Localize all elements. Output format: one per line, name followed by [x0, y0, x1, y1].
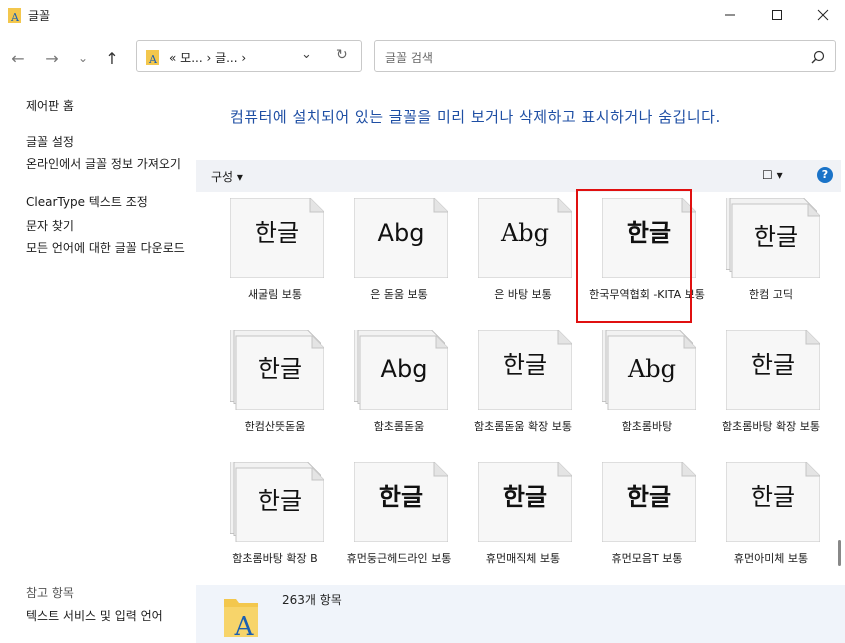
get-font-info-online-link[interactable]: 온라인에서 글꼴 정보 가져오기 — [26, 156, 186, 172]
font-sample-text: Abg — [377, 219, 425, 247]
font-item[interactable]: 한글한컴산뜻돋움 — [212, 324, 324, 448]
font-name-label: 은 돋움 보통 — [370, 288, 428, 301]
address-field[interactable]: A « 모... › 글... › ⌄ ↻ — [136, 40, 362, 72]
font-sample-text: 한글 — [254, 219, 300, 247]
svg-text:A: A — [10, 11, 20, 23]
font-item[interactable]: Abg 함초롬돋움 — [336, 324, 448, 448]
font-name-label: 함초롬돋움 — [373, 420, 425, 433]
font-item[interactable]: 한글휴먼모음T 보통 — [584, 456, 696, 580]
font-name-label: 함초롬돋움 확장 보통 — [473, 420, 573, 433]
font-sample-text: 한글 — [626, 483, 672, 511]
title-bar: A 글꼴 — [0, 0, 845, 30]
font-sample-text: 한글 — [257, 487, 303, 515]
font-item[interactable]: Abg 함초롬바탕 — [584, 324, 696, 448]
page-description: 컴퓨터에 설치되어 있는 글꼴을 미리 보거나 삭제하고 표시하거나 숨깁니다. — [230, 108, 721, 126]
refresh-icon[interactable]: ↻ — [336, 47, 348, 63]
forward-button[interactable]: → — [42, 48, 62, 68]
minimize-icon — [725, 14, 735, 16]
organize-menu-button[interactable]: 구성 ▾ — [211, 168, 243, 185]
font-grid: 한글 새굴림 보통 Abg 은 돋움 보통 Abg 은 바탕 보통 한글 한국무역협회 -KI… — [196, 192, 836, 582]
back-button[interactable]: ← — [8, 48, 28, 68]
up-button[interactable]: ↑ — [102, 48, 122, 68]
font-item[interactable]: 한글한컴 고딕 — [708, 192, 820, 316]
recent-locations-button[interactable]: ⌄ — [73, 48, 93, 68]
navigation-bar: ← → ⌄ ↑ A « 모... › 글... › ⌄ ↻ 글꼴 검색 — [0, 36, 845, 80]
up-arrow-icon: ↑ — [105, 48, 119, 68]
selected-item-highlight — [576, 189, 692, 323]
font-name-label: 휴먼둥근헤드라인 보통 — [346, 552, 452, 565]
see-also-title: 참고 항목 — [26, 586, 74, 600]
font-item[interactable]: 한글함초롬바탕 확장 보통 — [708, 324, 820, 448]
font-name-label: 한컴산뜻돋움 — [244, 420, 306, 433]
change-view-button[interactable]: ☐ ▾ — [762, 168, 783, 182]
command-bar: 구성 ▾ ☐ ▾ ? — [196, 160, 841, 192]
font-name-label: 한컴 고딕 — [749, 288, 793, 301]
forward-arrow-icon: → — [45, 48, 59, 68]
font-name-label: 휴먼모음T 보통 — [611, 552, 683, 565]
text-services-link[interactable]: 텍스트 서비스 및 입력 언어 — [26, 608, 194, 624]
font-sample-text: Abg — [500, 219, 550, 247]
download-fonts-link[interactable]: 모든 언어에 대한 글꼴 다운로드 — [26, 240, 191, 256]
font-item[interactable]: 한글휴먼아미체 보통 — [708, 456, 820, 580]
back-arrow-icon: ← — [11, 48, 25, 68]
font-sample-text: 한글 — [502, 351, 548, 379]
font-sample-text: 한글 — [750, 351, 796, 379]
close-icon — [817, 9, 829, 21]
cleartype-link[interactable]: ClearType 텍스트 조정 — [26, 194, 194, 210]
font-item[interactable]: Abg 은 바탕 보통 — [460, 192, 572, 316]
font-settings-link[interactable]: 글꼴 설정 — [26, 134, 194, 150]
control-panel-home-link[interactable]: 제어판 홈 — [26, 98, 194, 114]
font-name-label: 휴먼매직체 보통 — [485, 552, 561, 565]
font-sample-text: 한글 — [502, 483, 548, 511]
search-icon[interactable] — [811, 50, 825, 64]
close-button[interactable] — [800, 0, 845, 30]
breadcrumb[interactable]: « 모... › 글... › — [169, 49, 246, 66]
font-name-label: 함초롬바탕 확장 보통 — [721, 420, 821, 433]
address-dropdown-icon[interactable]: ⌄ — [301, 47, 312, 62]
chevron-down-icon: ⌄ — [77, 51, 89, 65]
font-sample-text: 한글 — [378, 483, 424, 511]
window-title: 글꼴 — [28, 9, 51, 23]
font-item[interactable]: 한글함초롬바탕 확장 B — [212, 456, 324, 580]
font-sample-text: 한글 — [750, 483, 796, 511]
font-name-label: 새굴림 보통 — [247, 288, 303, 301]
svg-text:A: A — [148, 53, 158, 65]
font-item[interactable]: 한글새굴림 보통 — [212, 192, 324, 316]
maximize-icon — [772, 10, 782, 20]
details-pane: A 263개 항목 — [196, 585, 845, 643]
fonts-folder-icon: A — [8, 8, 21, 23]
font-sample-text: Abg — [380, 355, 428, 383]
font-sample-text: 한글 — [257, 355, 303, 383]
search-input[interactable]: 글꼴 검색 — [374, 40, 836, 72]
item-count: 263개 항목 — [282, 593, 342, 607]
find-character-link[interactable]: 문자 찾기 — [26, 218, 194, 234]
vertical-scrollbar[interactable] — [835, 190, 843, 585]
svg-text:A: A — [234, 612, 255, 639]
font-item[interactable]: 한글함초롬돋움 확장 보통 — [460, 324, 572, 448]
task-pane: 제어판 홈 글꼴 설정 온라인에서 글꼴 정보 가져오기 ClearType 텍… — [0, 90, 196, 643]
font-item[interactable]: 한글휴먼둥근헤드라인 보통 — [336, 456, 451, 580]
font-sample-text: Abg — [627, 355, 677, 383]
font-name-label: 휴먼아미체 보통 — [733, 552, 809, 565]
scrollbar-thumb[interactable] — [838, 540, 841, 566]
font-name-label: 함초롬바탕 확장 B — [232, 552, 318, 565]
font-item[interactable]: 한글휴먼매직체 보통 — [460, 456, 572, 580]
minimize-button[interactable] — [707, 0, 753, 30]
font-name-label: 은 바탕 보통 — [494, 288, 552, 301]
help-icon[interactable]: ? — [817, 167, 833, 183]
fonts-folder-icon: A — [146, 50, 159, 65]
fonts-folder-large-icon: A — [224, 599, 258, 639]
font-item[interactable]: Abg 은 돋움 보통 — [336, 192, 448, 316]
maximize-button[interactable] — [754, 0, 800, 30]
font-sample-text: 한글 — [753, 223, 799, 251]
search-placeholder: 글꼴 검색 — [385, 51, 433, 65]
main-pane: 컴퓨터에 설치되어 있는 글꼴을 미리 보거나 삭제하고 표시하거나 숨깁니다.… — [196, 90, 845, 643]
font-name-label: 함초롬바탕 — [621, 420, 673, 433]
